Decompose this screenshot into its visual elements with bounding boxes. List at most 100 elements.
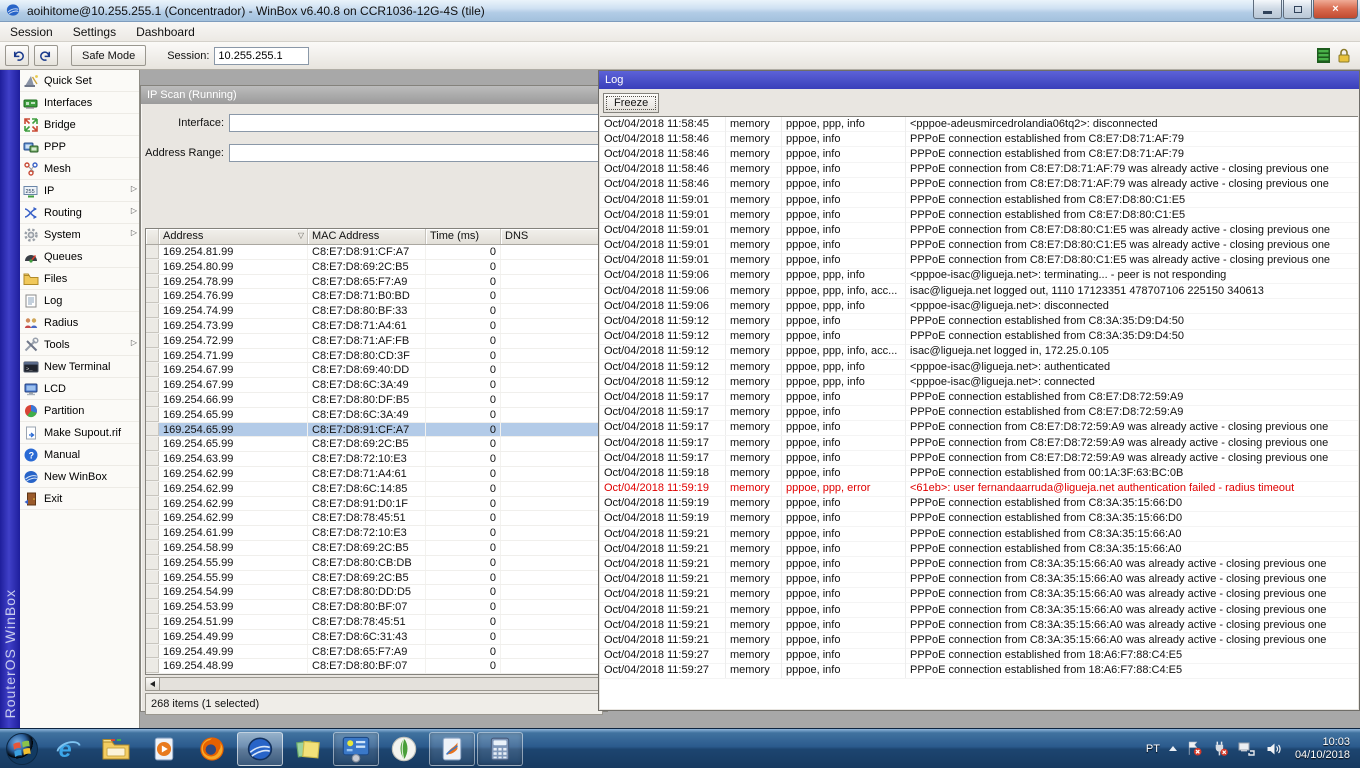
sidebar-item-radius[interactable]: Radius — [20, 312, 139, 334]
sidebar-item-ppp[interactable]: PPP — [20, 136, 139, 158]
language-indicator[interactable]: PT — [1146, 743, 1160, 755]
log-row[interactable]: Oct/04/2018 11:59:01memorypppoe, infoPPP… — [600, 223, 1358, 238]
table-row[interactable]: 169.254.73.99C8:E7:D8:71:A4:610 — [146, 319, 602, 334]
minimize-button[interactable] — [1253, 0, 1282, 19]
table-row[interactable]: 169.254.81.99C8:E7:D8:91:CF:A70 — [146, 245, 602, 260]
restore-button[interactable] — [1283, 0, 1312, 19]
taskbar-control-panel[interactable] — [333, 732, 379, 766]
scroll-left-arrow-icon[interactable] — [146, 678, 160, 690]
log-titlebar[interactable]: Log — [599, 71, 1359, 89]
sidebar-item-quick-set[interactable]: Quick Set — [20, 70, 139, 92]
log-row[interactable]: Oct/04/2018 11:59:21memorypppoe, infoPPP… — [600, 557, 1358, 572]
interface-input[interactable] — [229, 114, 607, 132]
table-row[interactable]: 169.254.71.99C8:E7:D8:80:CD:3F0 — [146, 349, 602, 364]
table-row[interactable]: 169.254.54.99C8:E7:D8:80:DD:D50 — [146, 585, 602, 600]
log-row[interactable]: Oct/04/2018 11:59:21memorypppoe, infoPPP… — [600, 527, 1358, 542]
log-row[interactable]: Oct/04/2018 11:59:27memorypppoe, infoPPP… — [600, 649, 1358, 664]
taskbar-media-player[interactable] — [141, 732, 187, 766]
taskbar-document-app[interactable] — [429, 732, 475, 766]
log-row[interactable]: Oct/04/2018 11:59:12memorypppoe, ppp, in… — [600, 375, 1358, 390]
log-row[interactable]: Oct/04/2018 11:59:21memorypppoe, infoPPP… — [600, 618, 1358, 633]
log-row[interactable]: Oct/04/2018 11:59:01memorypppoe, infoPPP… — [600, 254, 1358, 269]
log-row[interactable]: Oct/04/2018 11:59:21memorypppoe, infoPPP… — [600, 588, 1358, 603]
table-row[interactable]: 169.254.49.99C8:E7:D8:65:F7:A90 — [146, 645, 602, 660]
undo-button[interactable] — [5, 45, 29, 66]
table-row[interactable]: 169.254.48.99C8:E7:D8:80:BF:070 — [146, 659, 602, 674]
sidebar-item-partition[interactable]: Partition — [20, 400, 139, 422]
sidebar-item-manual[interactable]: ? Manual — [20, 444, 139, 466]
taskbar-winbox[interactable] — [237, 732, 283, 766]
log-row[interactable]: Oct/04/2018 11:59:27memorypppoe, infoPPP… — [600, 664, 1358, 679]
taskbar-sticky-notes[interactable] — [285, 732, 331, 766]
clock[interactable]: 10:03 04/10/2018 — [1291, 736, 1350, 762]
safe-mode-button[interactable]: Safe Mode — [71, 45, 146, 66]
table-row[interactable]: 169.254.55.99C8:E7:D8:80:CB:DB0 — [146, 556, 602, 571]
show-hidden-icon[interactable] — [1169, 746, 1177, 751]
log-row[interactable]: Oct/04/2018 11:59:12memorypppoe, ppp, in… — [600, 345, 1358, 360]
sidebar-item-interfaces[interactable]: Interfaces — [20, 92, 139, 114]
sidebar-item-make-supout[interactable]: Make Supout.rif — [20, 422, 139, 444]
log-row[interactable]: Oct/04/2018 11:59:12memorypppoe, infoPPP… — [600, 314, 1358, 329]
sidebar-item-ip[interactable]: 255 IP ▷ — [20, 180, 139, 202]
sidebar-item-tools[interactable]: Tools ▷ — [20, 334, 139, 356]
sidebar-item-queues[interactable]: Queues — [20, 246, 139, 268]
log-row[interactable]: Oct/04/2018 11:58:46memorypppoe, infoPPP… — [600, 163, 1358, 178]
table-row[interactable]: 169.254.78.99C8:E7:D8:65:F7:A90 — [146, 275, 602, 290]
start-button[interactable] — [0, 729, 44, 768]
log-row[interactable]: Oct/04/2018 11:59:01memorypppoe, infoPPP… — [600, 193, 1358, 208]
sidebar-item-lcd[interactable]: LCD — [20, 378, 139, 400]
log-row[interactable]: Oct/04/2018 11:59:17memorypppoe, infoPPP… — [600, 406, 1358, 421]
log-row[interactable]: Oct/04/2018 11:59:17memorypppoe, infoPPP… — [600, 390, 1358, 405]
log-row[interactable]: Oct/04/2018 11:59:06memorypppoe, ppp, in… — [600, 284, 1358, 299]
table-row[interactable]: 169.254.80.99C8:E7:D8:69:2C:B50 — [146, 260, 602, 275]
ipscan-horizontal-scrollbar[interactable] — [145, 677, 603, 691]
log-row[interactable]: Oct/04/2018 11:59:06memorypppoe, ppp, in… — [600, 299, 1358, 314]
taskbar-explorer[interactable] — [93, 732, 139, 766]
sidebar-item-exit[interactable]: Exit — [20, 488, 139, 510]
table-row[interactable]: 169.254.65.99C8:E7:D8:69:2C:B50 — [146, 437, 602, 452]
table-row[interactable]: 169.254.62.99C8:E7:D8:6C:14:850 — [146, 482, 602, 497]
taskbar-corel[interactable] — [381, 732, 427, 766]
log-row[interactable]: Oct/04/2018 11:59:01memorypppoe, infoPPP… — [600, 208, 1358, 223]
log-row-error[interactable]: Oct/04/2018 11:59:19memorypppoe, ppp, er… — [600, 482, 1358, 497]
log-row[interactable]: Oct/04/2018 11:58:45memorypppoe, ppp, in… — [600, 117, 1358, 132]
column-header-time[interactable]: Time (ms) — [426, 229, 501, 244]
log-row[interactable]: Oct/04/2018 11:59:21memorypppoe, infoPPP… — [600, 633, 1358, 648]
table-row[interactable]: 169.254.67.99C8:E7:D8:69:40:DD0 — [146, 363, 602, 378]
table-row[interactable]: 169.254.66.99C8:E7:D8:80:DF:B50 — [146, 393, 602, 408]
table-row[interactable]: 169.254.65.99C8:E7:D8:6C:3A:490 — [146, 408, 602, 423]
log-row[interactable]: Oct/04/2018 11:58:46memorypppoe, infoPPP… — [600, 178, 1358, 193]
table-row[interactable]: 169.254.72.99C8:E7:D8:71:AF:FB0 — [146, 334, 602, 349]
ipscan-titlebar[interactable]: IP Scan (Running) — [141, 86, 607, 104]
log-row[interactable]: Oct/04/2018 11:59:17memorypppoe, infoPPP… — [600, 451, 1358, 466]
log-row[interactable]: Oct/04/2018 11:59:18memorypppoe, infoPPP… — [600, 466, 1358, 481]
action-center-flag-icon[interactable] — [1186, 740, 1203, 757]
selector-column-header[interactable] — [146, 229, 159, 244]
network-icon[interactable] — [1238, 741, 1256, 757]
table-row[interactable]: 169.254.67.99C8:E7:D8:6C:3A:490 — [146, 378, 602, 393]
table-row[interactable]: 169.254.55.99C8:E7:D8:69:2C:B50 — [146, 571, 602, 586]
log-row[interactable]: Oct/04/2018 11:59:21memorypppoe, infoPPP… — [600, 542, 1358, 557]
table-row[interactable]: 169.254.62.99C8:E7:D8:71:A4:610 — [146, 467, 602, 482]
volume-icon[interactable] — [1265, 741, 1282, 757]
column-header-dns[interactable]: DNS — [501, 229, 602, 244]
table-row[interactable]: 169.254.62.99C8:E7:D8:91:D0:1F0 — [146, 497, 602, 512]
sidebar-item-mesh[interactable]: Mesh — [20, 158, 139, 180]
table-row[interactable]: 169.254.53.99C8:E7:D8:80:BF:070 — [146, 600, 602, 615]
log-row[interactable]: Oct/04/2018 11:59:01memorypppoe, infoPPP… — [600, 239, 1358, 254]
table-row[interactable]: 169.254.65.99C8:E7:D8:91:CF:A70 — [146, 423, 602, 438]
table-row[interactable]: 169.254.61.99C8:E7:D8:72:10:E30 — [146, 526, 602, 541]
address-range-input[interactable] — [229, 144, 607, 162]
table-row[interactable]: 169.254.76.99C8:E7:D8:71:B0:BD0 — [146, 289, 602, 304]
table-row[interactable]: 169.254.74.99C8:E7:D8:80:BF:330 — [146, 304, 602, 319]
sidebar-item-log[interactable]: Log — [20, 290, 139, 312]
sidebar-item-new-winbox[interactable]: New WinBox — [20, 466, 139, 488]
column-header-address[interactable]: Address▽ — [159, 229, 308, 244]
table-row[interactable]: 169.254.62.99C8:E7:D8:78:45:510 — [146, 511, 602, 526]
log-row[interactable]: Oct/04/2018 11:58:46memorypppoe, infoPPP… — [600, 147, 1358, 162]
redo-button[interactable] — [34, 45, 58, 66]
log-row[interactable]: Oct/04/2018 11:59:12memorypppoe, ppp, in… — [600, 360, 1358, 375]
log-row[interactable]: Oct/04/2018 11:59:19memorypppoe, infoPPP… — [600, 512, 1358, 527]
log-row[interactable]: Oct/04/2018 11:59:21memorypppoe, infoPPP… — [600, 573, 1358, 588]
taskbar-internet-explorer[interactable]: e — [45, 732, 91, 766]
